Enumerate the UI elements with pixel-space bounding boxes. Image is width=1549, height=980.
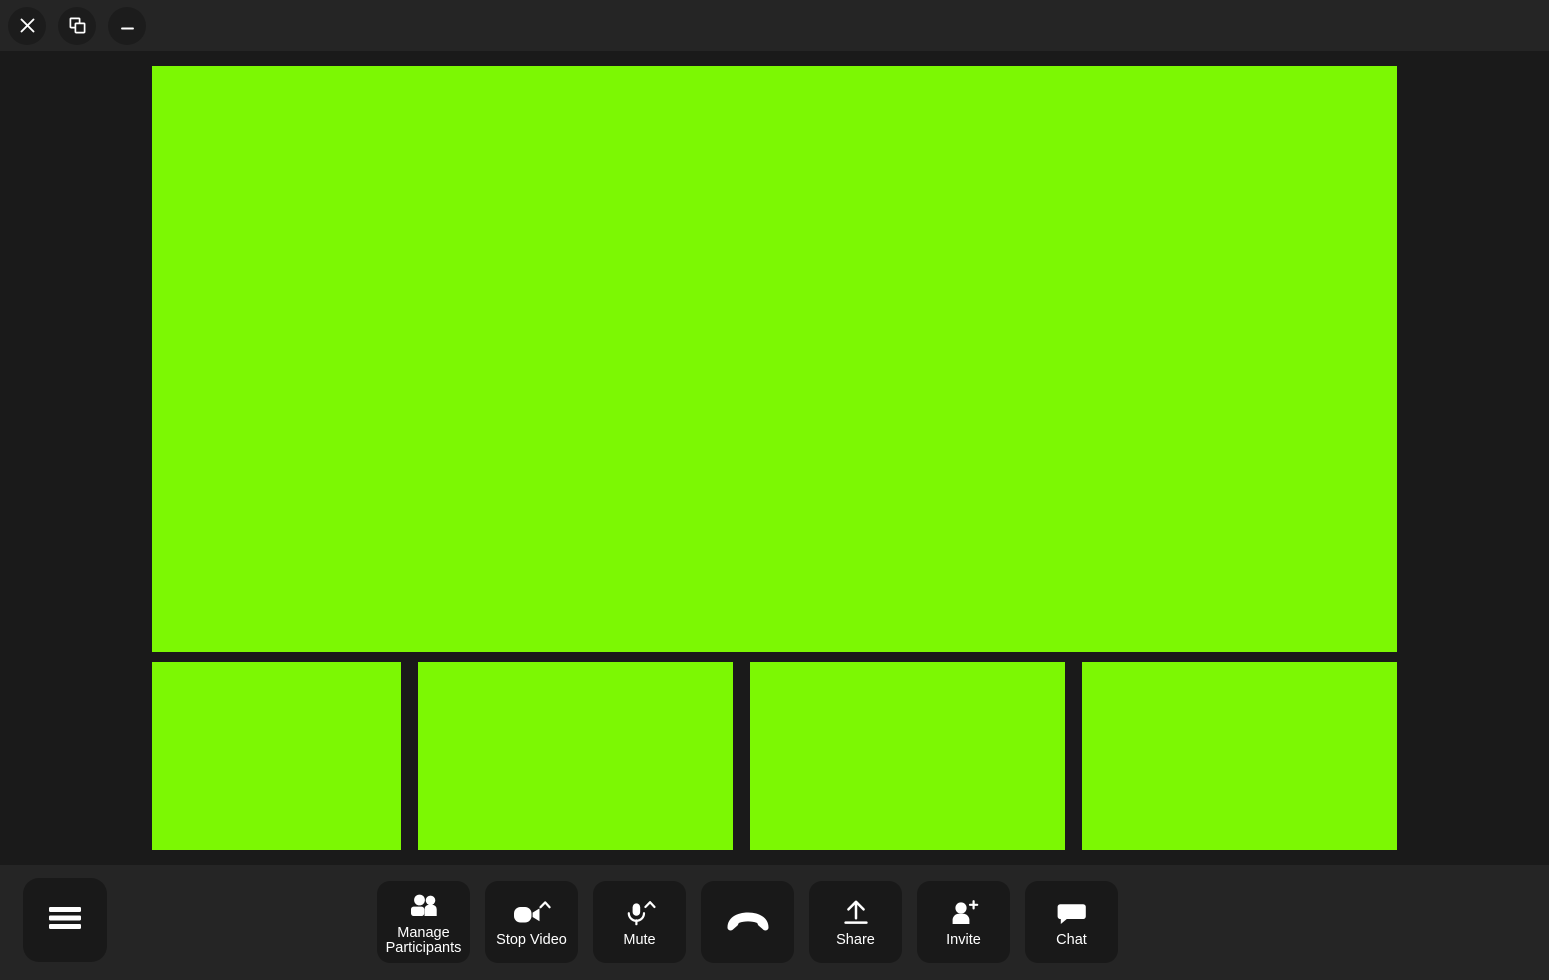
title-bar [0,0,1549,51]
chat-bubble-icon [1056,896,1088,930]
stop-video-button[interactable]: Stop Video [485,881,578,963]
participant-thumbnail-4[interactable] [1081,662,1398,850]
manage-participants-label: Manage Participants [385,924,462,956]
minimize-icon [118,16,137,35]
manage-participants-button[interactable]: Manage Participants [377,881,470,963]
invite-button[interactable]: Invite [917,881,1010,963]
toolbar-left-group [23,878,107,962]
toolbar-center-group: Manage Participants Stop Video Mute Shar… [377,881,1118,963]
chat-button[interactable]: Chat [1025,881,1118,963]
main-video-tile[interactable] [152,66,1397,652]
close-button[interactable] [8,6,46,45]
share-upload-icon [840,896,872,930]
menu-button[interactable] [23,878,107,962]
minimize-button[interactable] [108,6,146,45]
participants-icon [408,889,440,923]
participant-thumbnail-2[interactable] [417,662,733,850]
video-camera-icon [512,896,552,930]
invite-person-icon [948,896,980,930]
meeting-toolbar: Manage Participants Stop Video Mute Shar… [0,865,1549,980]
participant-thumbnail-3[interactable] [749,662,1065,850]
restore-window-button[interactable] [58,6,96,45]
share-button[interactable]: Share [809,881,902,963]
participant-thumbnail-1[interactable] [152,662,401,850]
share-label: Share [836,932,875,948]
hangup-button[interactable] [701,881,794,963]
participant-thumbnail-strip [152,662,1398,850]
chat-label: Chat [1056,932,1087,948]
microphone-icon [620,896,660,930]
mute-label: Mute [623,932,656,948]
invite-label: Invite [946,932,981,948]
close-icon [18,16,37,35]
stop-video-label: Stop Video [496,932,567,948]
mute-button[interactable]: Mute [593,881,686,963]
hamburger-icon [48,905,82,936]
phone-hangup-icon [723,907,773,937]
video-stage [0,51,1549,865]
meeting-window: Manage Participants Stop Video Mute Shar… [0,0,1549,980]
restore-window-icon [68,16,87,35]
